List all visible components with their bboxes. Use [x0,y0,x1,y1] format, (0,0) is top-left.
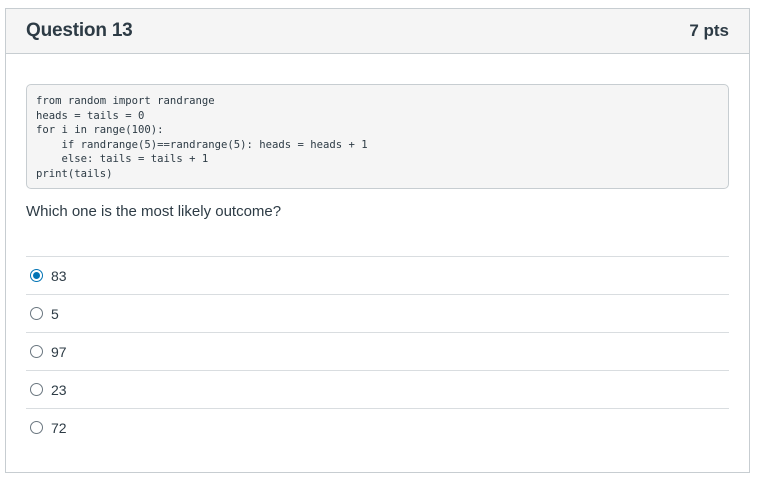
question-points: 7 pts [689,21,729,40]
question-body: from random import randrange heads = tai… [6,54,749,446]
question-card: Question 13 7 pts from random import ran… [5,8,750,473]
radio-icon[interactable] [30,307,43,320]
answer-option-5[interactable]: 72 [26,408,729,446]
answer-label: 5 [51,305,59,322]
answer-option-3[interactable]: 97 [26,332,729,370]
answer-label: 83 [51,267,67,284]
radio-icon[interactable] [30,383,43,396]
answer-option-1[interactable]: 83 [26,256,729,294]
code-block: from random import randrange heads = tai… [26,84,729,189]
answer-list: 83 5 97 23 72 [26,256,729,446]
radio-selected-icon[interactable] [30,269,43,282]
question-header: Question 13 7 pts [6,9,749,54]
answer-label: 72 [51,419,67,436]
question-title: Question 13 [26,20,133,41]
answer-label: 97 [51,343,67,360]
radio-icon[interactable] [30,345,43,358]
answer-label: 23 [51,381,67,398]
question-prompt: Which one is the most likely outcome? [26,203,282,220]
answer-option-2[interactable]: 5 [26,294,729,332]
answer-option-4[interactable]: 23 [26,370,729,408]
radio-icon[interactable] [30,421,43,434]
